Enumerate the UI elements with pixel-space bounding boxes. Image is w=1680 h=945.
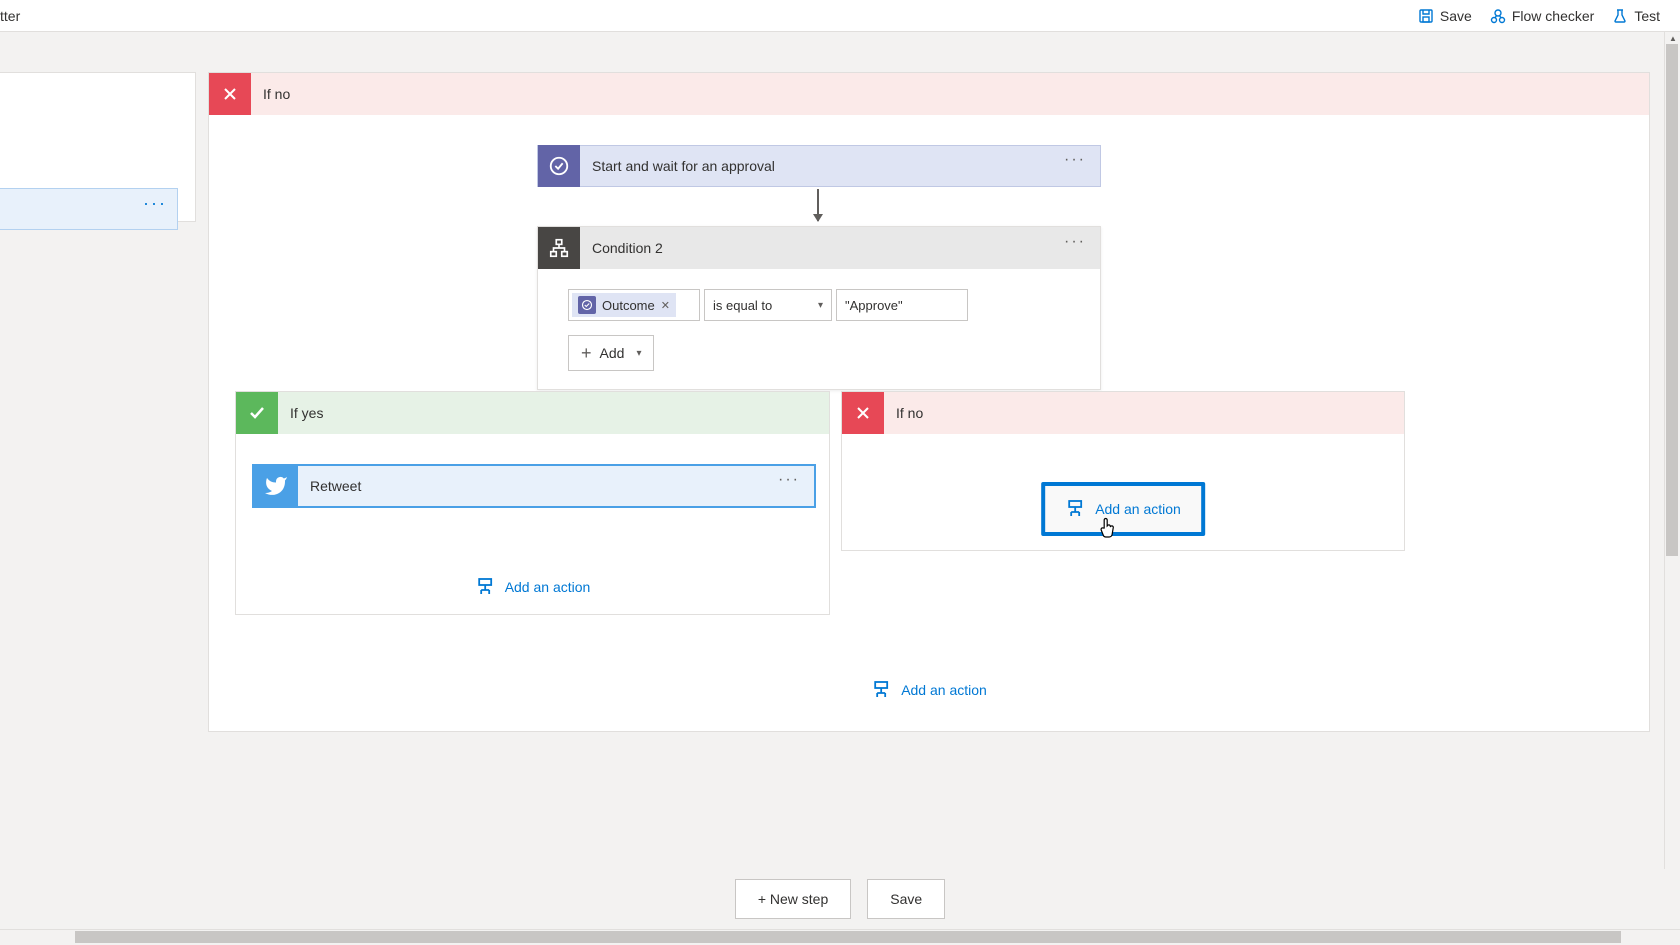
if-no-label: If no [896,405,923,421]
new-step-label: + New step [758,891,828,907]
value-text: "Approve" [845,298,903,313]
new-step-button[interactable]: + New step [735,879,851,919]
add-action-bottom-button[interactable]: Add an action [871,681,987,699]
outer-if-no-label: If no [263,86,290,102]
condition-card[interactable]: Condition 2 ··· Outcome ✕ [537,226,1101,390]
close-icon [209,73,251,115]
flow-arrow-icon [817,189,819,221]
operator-select[interactable]: is equal to ▾ [704,289,832,321]
flow-checker-button[interactable]: Flow checker [1490,8,1594,24]
add-label: Add [600,345,625,361]
if-yes-header[interactable]: If yes [236,392,829,434]
condition-icon [538,227,580,269]
test-icon [1612,8,1628,24]
approval-card-title: Start and wait for an approval [592,158,1038,174]
test-label: Test [1634,8,1660,24]
add-action-icon [1065,500,1085,518]
condition-header[interactable]: Condition 2 ··· [538,227,1100,269]
ellipsis-icon[interactable]: ··· [764,478,814,494]
test-button[interactable]: Test [1612,8,1660,24]
chevron-down-icon: ▾ [636,348,641,359]
if-yes-branch: If yes Retweet ··· Add an action [235,391,830,615]
horizontal-scrollbar[interactable] [0,929,1680,945]
close-icon [842,392,884,434]
save-icon [1418,8,1434,24]
add-action-bottom-label: Add an action [901,682,987,698]
condition-body: Outcome ✕ is equal to ▾ "Approve" + Add [538,269,1100,389]
left-partial-branch: ··· [0,72,196,222]
condition-title: Condition 2 [592,240,1038,256]
flow-canvas[interactable]: ··· If no Start and wait for an approval… [0,32,1680,885]
footer-toolbar: + New step Save [0,869,1680,929]
save-label: Save [1440,8,1472,24]
condition-value-input[interactable]: "Approve" [836,289,968,321]
condition-left-field[interactable]: Outcome ✕ [568,289,700,321]
footer-save-label: Save [890,891,922,907]
scrollbar-thumb[interactable] [75,931,1621,943]
retweet-title: Retweet [310,478,752,494]
add-action-icon [871,681,891,699]
check-icon [236,392,278,434]
add-action-icon [475,578,495,596]
outcome-token[interactable]: Outcome ✕ [572,293,676,317]
left-partial-action-card[interactable]: ··· [0,188,178,230]
flow-checker-icon [1490,8,1506,24]
scrollbar-up-icon[interactable]: ▲ [1665,32,1680,44]
plus-icon: + [581,343,592,364]
ellipsis-icon[interactable]: ··· [1050,240,1100,256]
if-no-header[interactable]: If no [842,392,1404,434]
outer-if-no-branch: If no Start and wait for an approval ···… [208,72,1650,732]
top-toolbar: tter Save Flow checker Test [0,0,1680,32]
cursor-icon [1097,516,1117,540]
add-action-yes-label: Add an action [505,579,591,595]
top-actions: Save Flow checker Test [1418,8,1672,24]
outer-if-no-header[interactable]: If no [209,73,1649,115]
retweet-action-card[interactable]: Retweet ··· [252,464,816,508]
add-action-yes-button[interactable]: Add an action [475,578,591,596]
if-no-branch: If no Add an action [841,391,1405,551]
ellipsis-icon[interactable]: ··· [1050,158,1100,174]
if-yes-label: If yes [290,405,323,421]
flow-checker-label: Flow checker [1512,8,1594,24]
page-title-fragment: tter [0,8,20,24]
add-action-no-button[interactable]: Add an action [1041,482,1205,536]
approval-icon [538,145,580,187]
operator-label: is equal to [713,298,772,313]
add-condition-button[interactable]: + Add ▾ [568,335,654,371]
approval-token-icon [578,296,596,314]
condition-row: Outcome ✕ is equal to ▾ "Approve" [568,289,1070,321]
save-button[interactable]: Save [1418,8,1472,24]
chevron-down-icon: ▾ [818,300,823,311]
scrollbar-thumb[interactable] [1666,44,1678,556]
ellipsis-icon[interactable]: ··· [143,199,167,219]
add-action-no-label: Add an action [1095,501,1181,517]
footer-save-button[interactable]: Save [867,879,945,919]
token-remove-icon[interactable]: ✕ [661,299,670,312]
vertical-scrollbar[interactable]: ▲ [1664,32,1680,885]
twitter-icon [254,466,298,506]
approval-action-card[interactable]: Start and wait for an approval ··· [537,145,1101,187]
token-label: Outcome [602,298,655,313]
